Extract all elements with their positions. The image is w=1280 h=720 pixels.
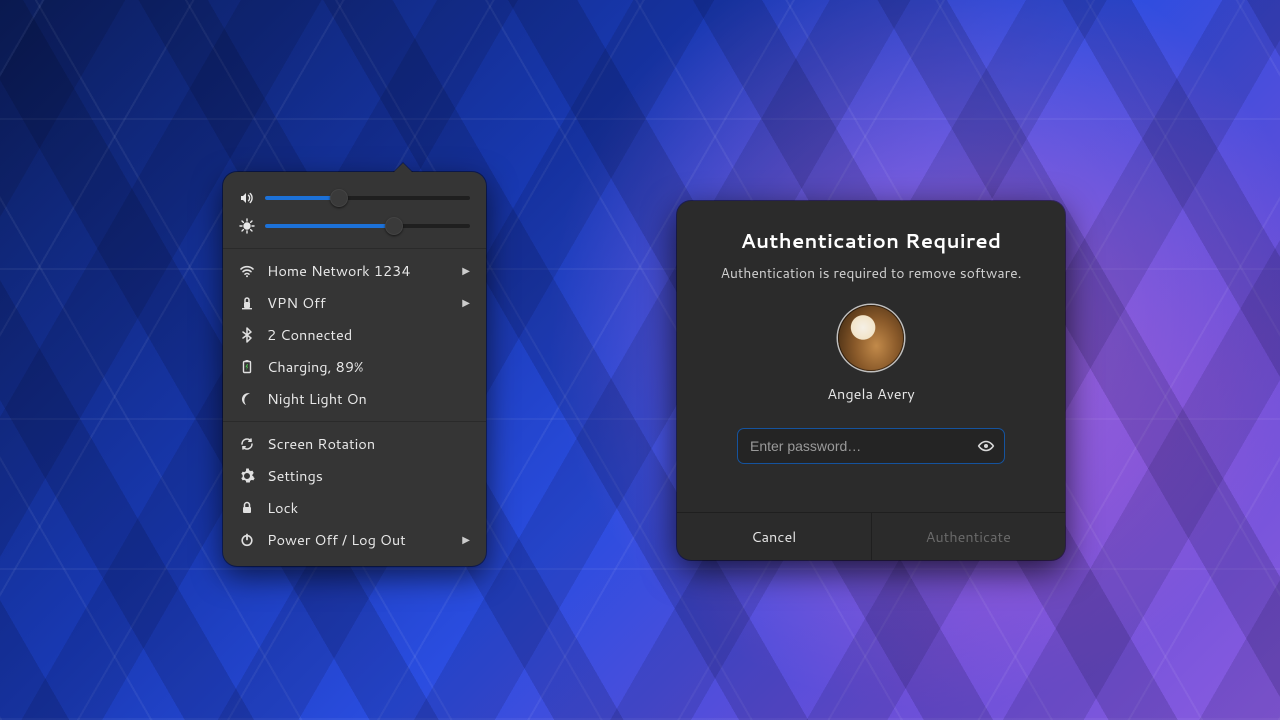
dialog-actions: Cancel Authenticate xyxy=(677,512,1065,560)
menu-item-bluetooth[interactable]: 2 Connected xyxy=(223,319,486,351)
menu-item-battery[interactable]: Charging, 89% xyxy=(223,351,486,383)
user-name: Angela Avery xyxy=(707,383,1035,404)
password-field-wrapper xyxy=(737,428,1005,464)
brightness-row xyxy=(223,214,486,242)
brightness-slider[interactable] xyxy=(265,224,470,228)
power-icon xyxy=(239,532,255,548)
chevron-right-icon: ▶ xyxy=(462,261,470,281)
bluetooth-icon xyxy=(239,327,255,343)
menu-item-settings[interactable]: Settings xyxy=(223,460,486,492)
menu-item-label: Lock xyxy=(267,498,470,518)
vpn-icon xyxy=(239,295,255,311)
brightness-slider-fill xyxy=(265,224,394,228)
auth-dialog: Authentication Required Authentication i… xyxy=(677,201,1065,560)
menu-item-vpn[interactable]: VPN Off ▶ xyxy=(223,287,486,319)
night-light-icon xyxy=(239,391,255,407)
menu-item-label: Power Off / Log Out xyxy=(267,530,450,550)
menu-item-label: Screen Rotation xyxy=(267,434,470,454)
menu-item-rotation[interactable]: Screen Rotation xyxy=(223,428,486,460)
volume-slider-fill xyxy=(265,196,339,200)
menu-item-label: 2 Connected xyxy=(267,325,470,345)
rotation-icon xyxy=(239,436,255,452)
menu-item-wifi[interactable]: Home Network 1234 ▶ xyxy=(223,255,486,287)
volume-slider[interactable] xyxy=(265,196,470,200)
desktop-wallpaper xyxy=(0,0,1280,720)
menu-item-label: Home Network 1234 xyxy=(267,261,450,281)
menu-separator xyxy=(223,421,486,422)
menu-item-label: VPN Off xyxy=(267,293,450,313)
chevron-right-icon: ▶ xyxy=(462,530,470,550)
lock-icon xyxy=(239,500,255,516)
system-menu: Home Network 1234 ▶ VPN Off ▶ 2 Connecte… xyxy=(223,172,486,566)
volume-slider-thumb[interactable] xyxy=(330,189,348,207)
popover-arrow xyxy=(393,163,413,173)
brightness-slider-thumb[interactable] xyxy=(385,217,403,235)
volume-icon xyxy=(239,190,255,206)
menu-item-label: Charging, 89% xyxy=(267,357,470,377)
dialog-subtitle: Authentication is required to remove sof… xyxy=(707,263,1035,283)
dialog-body: Authentication Required Authentication i… xyxy=(677,201,1065,486)
menu-separator xyxy=(223,248,486,249)
chevron-right-icon: ▶ xyxy=(462,293,470,313)
menu-item-label: Settings xyxy=(267,466,470,486)
password-input[interactable] xyxy=(737,428,1005,464)
battery-icon xyxy=(239,359,255,375)
dialog-title: Authentication Required xyxy=(707,227,1035,255)
volume-row xyxy=(223,186,486,214)
brightness-icon xyxy=(239,218,255,234)
user-avatar xyxy=(838,305,904,371)
menu-item-night-light[interactable]: Night Light On xyxy=(223,383,486,415)
cancel-button[interactable]: Cancel xyxy=(677,513,871,560)
wifi-icon xyxy=(239,263,255,279)
authenticate-button[interactable]: Authenticate xyxy=(871,513,1066,560)
menu-item-lock[interactable]: Lock xyxy=(223,492,486,524)
menu-item-power[interactable]: Power Off / Log Out ▶ xyxy=(223,524,486,556)
reveal-password-icon[interactable] xyxy=(977,437,995,455)
settings-icon xyxy=(239,468,255,484)
menu-item-label: Night Light On xyxy=(267,389,470,409)
